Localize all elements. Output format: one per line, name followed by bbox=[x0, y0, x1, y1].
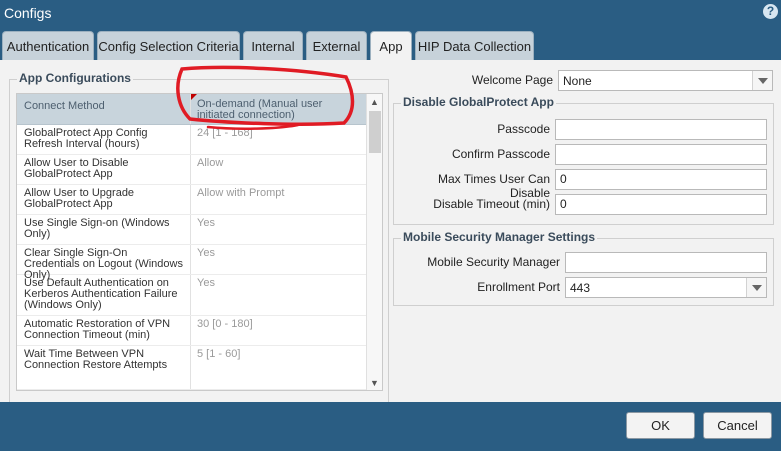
disable-globalprotect-legend: Disable GlobalProtect App bbox=[401, 95, 556, 109]
row-value[interactable]: Allow bbox=[191, 155, 367, 184]
mobile-security-group: Mobile Security Manager Settings Mobile … bbox=[393, 230, 774, 306]
red-annotation-circle bbox=[176, 65, 355, 130]
ok-button[interactable]: OK bbox=[626, 412, 695, 439]
passcode-label: Passcode bbox=[497, 122, 550, 136]
chevron-down-icon bbox=[752, 285, 762, 291]
dropdown-button[interactable] bbox=[746, 278, 766, 297]
mobile-security-manager-field[interactable] bbox=[565, 252, 767, 273]
row-name: Clear Single Sign-On Credentials on Logo… bbox=[17, 245, 191, 281]
tab-bar: Authentication Config Selection Criteria… bbox=[0, 31, 781, 62]
table-row[interactable]: Clear Single Sign-On Credentials on Logo… bbox=[17, 245, 367, 281]
mobile-security-legend: Mobile Security Manager Settings bbox=[401, 230, 598, 244]
mobile-security-manager-label: Mobile Security Manager bbox=[427, 255, 560, 269]
row-value[interactable]: Yes bbox=[191, 215, 367, 244]
enrollment-port-label: Enrollment Port bbox=[477, 280, 560, 294]
tab-config-selection-criteria[interactable]: Config Selection Criteria bbox=[97, 31, 240, 61]
tab-internal[interactable]: Internal bbox=[243, 31, 303, 61]
row-name: Connect Method bbox=[17, 94, 191, 124]
dropdown-button[interactable] bbox=[752, 71, 772, 90]
app-config-grid: Connect Method On-demand (Manual user in… bbox=[16, 93, 383, 391]
row-name: Use Default Authentication on Kerberos A… bbox=[17, 275, 191, 315]
welcome-page-value: None bbox=[563, 74, 592, 88]
tab-app[interactable]: App bbox=[370, 31, 412, 62]
row-name: Allow User to Disable GlobalProtect App bbox=[17, 155, 191, 184]
row-name: GlobalProtect App Config Refresh Interva… bbox=[17, 125, 191, 154]
table-row[interactable]: Allow User to Upgrade GlobalProtect App … bbox=[17, 185, 367, 215]
disable-globalprotect-group: Disable GlobalProtect App Passcode Confi… bbox=[393, 95, 774, 225]
grid-scrollbar[interactable]: ▲ ▼ bbox=[366, 94, 382, 390]
row-value[interactable]: 30 [0 - 180] bbox=[191, 316, 367, 345]
max-times-field[interactable]: 0 bbox=[555, 169, 767, 190]
title-bar: Configs ? bbox=[0, 0, 781, 30]
configs-dialog: Configs ? Authentication Config Selectio… bbox=[0, 0, 781, 451]
welcome-page-label: Welcome Page bbox=[471, 73, 553, 87]
table-row[interactable]: Wait Time Between VPN Connection Restore… bbox=[17, 346, 367, 390]
chevron-down-icon bbox=[758, 78, 768, 84]
confirm-passcode-label: Confirm Passcode bbox=[451, 147, 550, 161]
passcode-field[interactable] bbox=[555, 119, 767, 140]
table-row[interactable]: Use Default Authentication on Kerberos A… bbox=[17, 275, 367, 316]
table-row[interactable]: Allow User to Disable GlobalProtect App … bbox=[17, 155, 367, 185]
app-configurations-legend: App Configurations bbox=[17, 71, 133, 85]
tab-external[interactable]: External bbox=[306, 31, 367, 61]
scroll-down-icon[interactable]: ▼ bbox=[370, 378, 379, 388]
row-value[interactable]: Yes bbox=[191, 245, 367, 274]
max-times-label: Max Times User Can Disable bbox=[437, 172, 550, 200]
cancel-button[interactable]: Cancel bbox=[703, 412, 772, 439]
enrollment-port-value: 443 bbox=[570, 281, 591, 295]
row-name: Wait Time Between VPN Connection Restore… bbox=[17, 346, 191, 389]
confirm-passcode-field[interactable] bbox=[555, 144, 767, 165]
row-value[interactable]: Yes bbox=[191, 275, 367, 315]
table-row[interactable]: Automatic Restoration of VPN Connection … bbox=[17, 316, 367, 346]
scroll-up-icon[interactable]: ▲ bbox=[370, 97, 379, 107]
enrollment-port-select[interactable]: 443 bbox=[565, 277, 767, 298]
dialog-title: Configs bbox=[4, 5, 52, 21]
row-value[interactable]: Allow with Prompt bbox=[191, 185, 367, 214]
dialog-footer: OK Cancel bbox=[0, 402, 781, 451]
row-name: Use Single Sign-on (Windows Only) bbox=[17, 215, 191, 244]
tab-authentication[interactable]: Authentication bbox=[2, 31, 94, 61]
tab-content: App Configurations Connect Method On-dem… bbox=[0, 60, 781, 406]
row-name: Allow User to Upgrade GlobalProtect App bbox=[17, 185, 191, 214]
row-name: Automatic Restoration of VPN Connection … bbox=[17, 316, 191, 345]
welcome-page-select[interactable]: None bbox=[558, 70, 773, 91]
help-icon[interactable]: ? bbox=[763, 4, 778, 19]
disable-timeout-label: Disable Timeout (min) bbox=[433, 197, 550, 211]
scroll-thumb[interactable] bbox=[369, 111, 381, 153]
table-row[interactable]: Use Single Sign-on (Windows Only) Yes bbox=[17, 215, 367, 245]
disable-timeout-field[interactable]: 0 bbox=[555, 194, 767, 215]
row-value[interactable]: 5 [1 - 60] bbox=[191, 346, 367, 389]
tab-hip-data-collection[interactable]: HIP Data Collection bbox=[415, 31, 534, 61]
